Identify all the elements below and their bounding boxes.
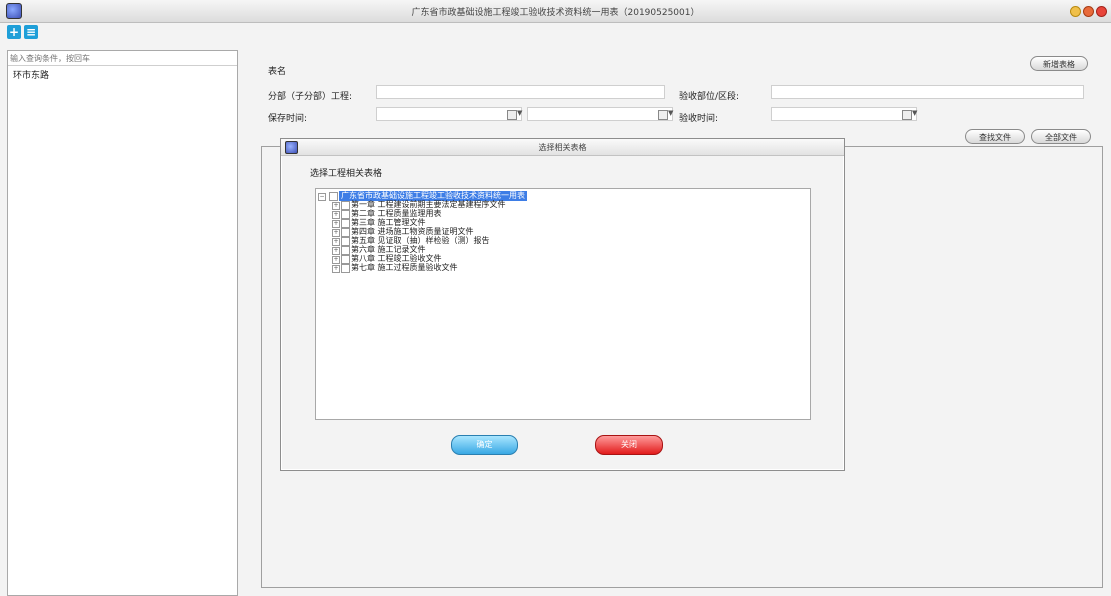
all-files-button[interactable]: 全部文件 xyxy=(1031,129,1091,144)
dialog-title: 选择相关表格 xyxy=(538,143,587,152)
tree-checkbox[interactable] xyxy=(341,219,350,228)
add-icon[interactable]: + xyxy=(7,25,21,39)
dropdown-arrow-icon: ▼ xyxy=(668,109,674,117)
tree-checkbox[interactable] xyxy=(341,228,350,237)
list-icon[interactable]: ≡ xyxy=(24,25,38,39)
acceptance-time-input[interactable]: ▼ xyxy=(771,107,917,121)
table-tree: − 广东省市政基础设施工程竣工验收技术资料统一用表 + 第一章 工程建设前期主要… xyxy=(315,188,811,420)
find-file-button[interactable]: 查找文件 xyxy=(965,129,1025,144)
acceptance-area-input[interactable] xyxy=(771,85,1084,99)
expand-icon[interactable]: + xyxy=(332,265,340,273)
calendar-icon[interactable] xyxy=(902,110,912,120)
search-input[interactable] xyxy=(8,51,237,66)
title-bar: 广东省市政基础设施工程竣工验收技术资料统一用表（20190525001） xyxy=(0,0,1111,23)
collapse-icon[interactable]: − xyxy=(318,193,326,201)
dialog-prompt: 选择工程相关表格 xyxy=(310,169,383,179)
expand-icon[interactable]: + xyxy=(332,220,340,228)
dropdown-arrow-icon: ▼ xyxy=(912,109,918,117)
tree-root-item[interactable]: 环市东路 xyxy=(13,68,49,81)
expand-icon[interactable]: + xyxy=(332,238,340,246)
select-table-dialog: 选择相关表格 选择工程相关表格 − 广东省市政基础设施工程竣工验收技术资料统一用… xyxy=(280,138,845,471)
calendar-icon[interactable] xyxy=(658,110,668,120)
tree-checkbox[interactable] xyxy=(341,255,350,264)
expand-icon[interactable]: + xyxy=(332,247,340,255)
new-table-button[interactable]: 新增表格 xyxy=(1030,56,1088,71)
subproject-label: 分部（子分部）工程: xyxy=(268,92,353,102)
confirm-button[interactable]: 确定 xyxy=(451,435,518,455)
tree-checkbox[interactable] xyxy=(341,201,350,210)
tree-checkbox[interactable] xyxy=(341,264,350,273)
expand-icon[interactable]: + xyxy=(332,211,340,219)
dialog-title-bar: 选择相关表格 xyxy=(281,139,844,156)
calendar-icon[interactable] xyxy=(507,110,517,120)
save-time-end-input[interactable]: ▼ xyxy=(527,107,673,121)
cancel-button[interactable]: 关闭 xyxy=(595,435,663,455)
close-button[interactable] xyxy=(1096,6,1107,17)
tree-checkbox[interactable] xyxy=(341,210,350,219)
tree-checkbox[interactable] xyxy=(341,237,350,246)
tree-node-label: 第七章 施工过程质量验收文件 xyxy=(351,263,458,272)
save-time-label: 保存时间: xyxy=(268,114,308,124)
expand-icon[interactable]: + xyxy=(332,202,340,210)
dropdown-arrow-icon: ▼ xyxy=(517,109,523,117)
tree-checkbox[interactable] xyxy=(329,192,338,201)
tree-root-label: 环市东路 xyxy=(13,71,50,81)
left-panel: 环市东路 xyxy=(7,50,238,596)
expand-icon[interactable]: + xyxy=(332,229,340,237)
acceptance-area-label: 验收部位/区段: xyxy=(679,92,740,102)
window-title: 广东省市政基础设施工程竣工验收技术资料统一用表（20190525001） xyxy=(411,8,700,18)
minimize-button[interactable] xyxy=(1070,6,1081,17)
acceptance-time-label: 验收时间: xyxy=(679,114,719,124)
maximize-button[interactable] xyxy=(1083,6,1094,17)
subproject-input[interactable] xyxy=(376,85,665,99)
table-name-label: 表名 xyxy=(268,67,287,77)
tree-checkbox[interactable] xyxy=(341,246,350,255)
save-time-start-input[interactable]: ▼ xyxy=(376,107,522,121)
expand-icon[interactable]: + xyxy=(332,256,340,264)
